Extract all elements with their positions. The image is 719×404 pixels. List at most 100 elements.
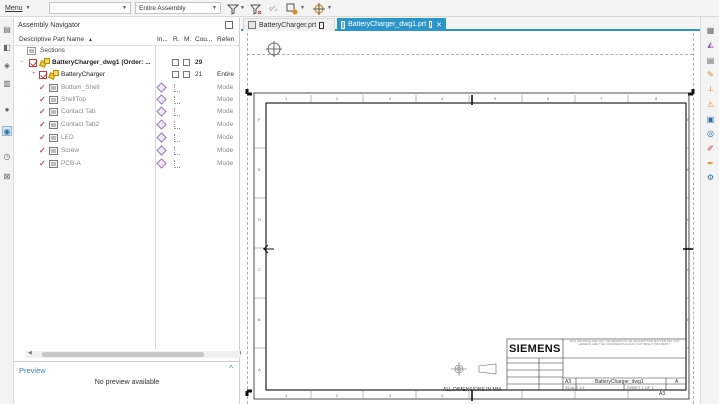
document-tab-bar: BatteryCharger.prt BatteryCharger_dwg1.p… bbox=[241, 17, 700, 31]
chevron-down-icon: ▼ bbox=[212, 5, 217, 11]
component-info-icon[interactable] bbox=[156, 82, 167, 93]
checkmark-icon[interactable]: ✓ bbox=[39, 133, 46, 142]
column-header-read-only[interactable]: R. bbox=[173, 36, 180, 43]
column-header-info[interactable]: In... bbox=[157, 36, 168, 43]
checkmark-icon[interactable]: ✓ bbox=[39, 146, 46, 155]
chevron-down-icon[interactable]: ▼ bbox=[300, 5, 305, 11]
chevron-down-icon: ▼ bbox=[122, 5, 127, 11]
column-header-part-name[interactable]: Descriptive Part Name ▲ bbox=[19, 36, 93, 43]
pen-icon[interactable]: ✒ bbox=[705, 158, 716, 168]
edit-icon[interactable]: ✐ bbox=[705, 143, 716, 153]
checkmark-icon[interactable]: ✓ bbox=[39, 107, 46, 116]
graphics-window[interactable]: SIEMENS THIS DRAWING AND ANY INFORMATION… bbox=[241, 33, 700, 404]
annotation-icon[interactable]: ⚠ bbox=[705, 99, 716, 109]
column-header-count[interactable]: Cou... bbox=[195, 36, 212, 43]
checkmark-icon[interactable]: ✓ bbox=[39, 120, 46, 129]
tree-row-sections[interactable]: Sections bbox=[14, 45, 240, 57]
layer-icon[interactable]: ▤ bbox=[705, 55, 716, 65]
component-icon bbox=[49, 121, 58, 129]
section-view-icon[interactable]: ◭ bbox=[705, 39, 716, 49]
tree-row-part[interactable]: ✓ Contact Tab Mode bbox=[14, 106, 240, 118]
preview-empty-message: No preview available bbox=[94, 379, 160, 386]
datum-crosshair-icon bbox=[266, 41, 282, 57]
history-icon[interactable]: ◷ bbox=[2, 151, 12, 161]
horizontal-scrollbar[interactable]: ◀ ▶ bbox=[26, 350, 246, 358]
expand-icon[interactable]: + bbox=[32, 71, 36, 77]
tab-batterycharger-prt[interactable]: BatteryCharger.prt bbox=[243, 18, 335, 31]
component-info-icon[interactable] bbox=[156, 106, 167, 117]
preview-title: Preview bbox=[19, 366, 46, 375]
zone-column-label: 4 bbox=[441, 96, 444, 101]
checkmark-icon[interactable]: ✓ bbox=[39, 83, 46, 92]
close-icon[interactable]: ✕ bbox=[436, 21, 442, 29]
symbol-icon[interactable]: ◎ bbox=[705, 128, 716, 138]
reference-set-value: Mode bbox=[217, 160, 234, 167]
checkmark-icon[interactable]: ✓ bbox=[39, 159, 46, 168]
chevron-down-icon[interactable]: ▼ bbox=[327, 5, 332, 11]
component-info-icon[interactable] bbox=[156, 132, 167, 143]
tree-row-part[interactable]: ✓ ShellTop Mode bbox=[14, 94, 240, 106]
visibility-checkbox[interactable] bbox=[39, 71, 47, 79]
sketch-icon[interactable]: ✎ bbox=[705, 69, 716, 79]
filter-icon[interactable] bbox=[226, 2, 239, 15]
scrollbar-thumb[interactable] bbox=[42, 352, 204, 357]
menu-button[interactable]: Menu ▼ bbox=[5, 5, 30, 12]
table-icon[interactable]: ▣ bbox=[705, 114, 716, 124]
filter-reset-icon[interactable] bbox=[249, 2, 262, 15]
tree-connector bbox=[174, 147, 180, 155]
tab-batterycharger-dwg1-prt[interactable]: BatteryCharger_dwg1.prt ✕ bbox=[337, 18, 446, 31]
constraint-navigator-icon[interactable]: ◈ bbox=[2, 60, 12, 70]
tab-label: BatteryCharger_dwg1.prt bbox=[347, 21, 427, 28]
selection-filter-dropdown[interactable]: ▼ bbox=[49, 2, 131, 14]
tree-row-part[interactable]: ✓ LED Mode bbox=[14, 132, 240, 144]
scroll-left-icon[interactable]: ◀ bbox=[28, 350, 32, 356]
right-toolbar: ▦ ◭ ▤ ✎ ⟂ ⚠ ▣ ◎ ✐ ✒ ⚙ bbox=[700, 17, 719, 404]
tree-connector bbox=[174, 160, 180, 168]
dimension-icon[interactable]: ⟂ bbox=[705, 84, 716, 94]
component-info-icon[interactable] bbox=[156, 119, 167, 130]
reference-set-value: Mode bbox=[217, 134, 234, 141]
component-icon bbox=[49, 134, 58, 142]
assembly-navigator-icon[interactable]: ◧ bbox=[2, 42, 12, 52]
drafting-navigator-icon[interactable]: ◉ bbox=[2, 126, 12, 136]
tree-row-part[interactable]: ✓ Contact Tab2 Mode bbox=[14, 119, 240, 131]
tree-row-part[interactable]: ✓ Screw Mode bbox=[14, 145, 240, 157]
chevron-up-icon[interactable]: ^ bbox=[229, 364, 233, 373]
zone-row-label: C bbox=[687, 267, 690, 272]
reuse-library-icon[interactable]: ▥ bbox=[2, 78, 12, 88]
panel-maximize-icon[interactable] bbox=[225, 21, 233, 29]
selection-scope-dropdown[interactable]: Entire Assembly ▼ bbox=[135, 2, 221, 14]
tree-row-part[interactable]: ✓ Bottom_Shell Mode bbox=[14, 82, 240, 94]
projection-symbol-icon bbox=[451, 362, 497, 376]
zone-column-label: 4 bbox=[441, 393, 444, 398]
visibility-checkbox[interactable] bbox=[29, 59, 37, 67]
tree-row-part[interactable]: ✓ PCB-A Mode bbox=[14, 158, 240, 170]
view-icon[interactable]: ▦ bbox=[705, 25, 716, 35]
checkmark-icon[interactable]: ✓ bbox=[39, 95, 46, 104]
component-info-icon[interactable] bbox=[156, 94, 167, 105]
tree-row-subassembly[interactable]: + BatteryCharger 21 Entire bbox=[14, 69, 240, 81]
chevron-down-icon: ▼ bbox=[25, 5, 31, 11]
process-studio-icon[interactable]: ⊠ bbox=[2, 171, 12, 181]
resource-bar: ▤ ◧ ◈ ▥ ● ◉ ◷ ⊠ bbox=[0, 18, 14, 404]
column-header-reference[interactable]: Refen bbox=[217, 36, 234, 43]
column-header-modified[interactable]: M. bbox=[184, 36, 191, 43]
drawing-file-icon bbox=[341, 20, 345, 29]
tree-connector bbox=[174, 121, 180, 129]
tree-connector bbox=[174, 84, 180, 92]
point-crosshair-icon[interactable] bbox=[312, 2, 325, 15]
web-browser-icon[interactable]: ● bbox=[2, 104, 12, 114]
link-icon[interactable] bbox=[266, 2, 279, 15]
settings-icon[interactable]: ⚙ bbox=[705, 172, 716, 182]
tree-row-root-assembly[interactable]: − BatteryCharger_dwg1 (Order: ... 29 bbox=[14, 57, 240, 69]
zone-row-label: B bbox=[687, 317, 690, 322]
chevron-down-icon[interactable]: ▼ bbox=[240, 5, 245, 11]
tree-row-label: Contact Tab bbox=[61, 108, 96, 115]
tree-connector bbox=[174, 108, 180, 116]
component-info-icon[interactable] bbox=[156, 158, 167, 169]
preview-section-header[interactable]: Preview ^ bbox=[14, 361, 240, 375]
part-navigator-icon[interactable]: ▤ bbox=[2, 24, 12, 34]
snap-point-icon[interactable] bbox=[285, 2, 298, 15]
collapse-icon[interactable]: − bbox=[20, 59, 24, 65]
component-info-icon[interactable] bbox=[156, 145, 167, 156]
